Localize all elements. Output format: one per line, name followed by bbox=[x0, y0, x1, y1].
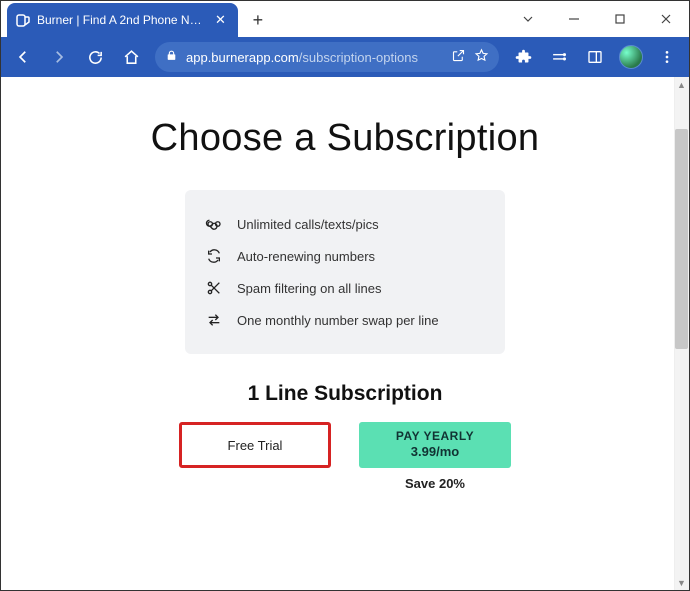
url-text: app.burnerapp.com/subscription-options bbox=[186, 50, 443, 65]
feature-row: Unlimited calls/texts/pics bbox=[205, 208, 485, 240]
feature-label: Auto-renewing numbers bbox=[237, 249, 375, 264]
browser-toolbar: app.burnerapp.com/subscription-options bbox=[1, 37, 689, 77]
refresh-icon bbox=[205, 247, 223, 265]
forward-button[interactable] bbox=[43, 41, 75, 73]
side-panel-icon[interactable] bbox=[579, 41, 611, 73]
browser-tab[interactable]: Burner | Find A 2nd Phone Numb ✕ bbox=[7, 3, 238, 37]
swap-icon bbox=[205, 311, 223, 329]
page-viewport: Choose a Subscription Unlimited calls/te… bbox=[1, 77, 689, 590]
home-button[interactable] bbox=[115, 41, 147, 73]
reload-button[interactable] bbox=[79, 41, 111, 73]
window-maximize-button[interactable] bbox=[597, 2, 643, 36]
subscription-heading: 1 Line Subscription bbox=[21, 382, 669, 406]
url-domain: app.burnerapp.com bbox=[186, 50, 299, 65]
page-title: Choose a Subscription bbox=[21, 117, 669, 160]
infinity-icon bbox=[205, 215, 223, 233]
tab-strip: Burner | Find A 2nd Phone Numb ✕ + bbox=[1, 1, 272, 37]
feature-row: One monthly number swap per line bbox=[205, 304, 485, 336]
free-trial-button[interactable]: Free Trial bbox=[179, 422, 331, 468]
feature-row: Auto-renewing numbers bbox=[205, 240, 485, 272]
url-path: /subscription-options bbox=[299, 50, 418, 65]
scroll-down-icon[interactable]: ▼ bbox=[674, 575, 689, 590]
window-titlebar: Burner | Find A 2nd Phone Numb ✕ + bbox=[1, 1, 689, 37]
window-controls bbox=[505, 1, 689, 37]
back-button[interactable] bbox=[7, 41, 39, 73]
menu-button[interactable] bbox=[651, 41, 683, 73]
page-content: Choose a Subscription Unlimited calls/te… bbox=[1, 77, 689, 491]
bookmark-star-icon[interactable] bbox=[474, 48, 489, 66]
free-trial-label: Free Trial bbox=[228, 438, 283, 453]
yearly-label-line2: 3.99/mo bbox=[411, 444, 459, 461]
scrollbar[interactable]: ▲ ▼ bbox=[674, 77, 689, 590]
extensions-icon[interactable] bbox=[507, 41, 539, 73]
tab-favicon-icon bbox=[15, 12, 31, 28]
window-caret-icon[interactable] bbox=[505, 2, 551, 36]
profile-avatar[interactable] bbox=[615, 41, 647, 73]
address-bar[interactable]: app.burnerapp.com/subscription-options bbox=[155, 42, 499, 72]
tab-title: Burner | Find A 2nd Phone Numb bbox=[37, 13, 207, 27]
share-icon[interactable] bbox=[451, 48, 466, 66]
window-minimize-button[interactable] bbox=[551, 2, 597, 36]
avatar-icon bbox=[619, 45, 643, 69]
tab-close-icon[interactable]: ✕ bbox=[213, 12, 228, 28]
feature-label: Spam filtering on all lines bbox=[237, 281, 382, 296]
new-tab-button[interactable]: + bbox=[244, 6, 272, 34]
scroll-up-icon[interactable]: ▲ bbox=[674, 77, 689, 92]
yearly-plan-column: PAY YEARLY 3.99/mo Save 20% bbox=[359, 422, 511, 491]
feature-list: Unlimited calls/texts/pics Auto-renewing… bbox=[185, 190, 505, 354]
scissors-icon bbox=[205, 279, 223, 297]
feature-label: One monthly number swap per line bbox=[237, 313, 439, 328]
feature-row: Spam filtering on all lines bbox=[205, 272, 485, 304]
pay-yearly-button[interactable]: PAY YEARLY 3.99/mo bbox=[359, 422, 511, 468]
media-control-icon[interactable] bbox=[543, 41, 575, 73]
window-close-button[interactable] bbox=[643, 2, 689, 36]
yearly-label-line1: PAY YEARLY bbox=[396, 429, 474, 445]
feature-label: Unlimited calls/texts/pics bbox=[237, 217, 379, 232]
save-text: Save 20% bbox=[405, 476, 465, 491]
lock-icon bbox=[165, 49, 178, 65]
plan-options: Free Trial PAY YEARLY 3.99/mo Save 20% bbox=[21, 422, 669, 491]
scrollbar-thumb[interactable] bbox=[675, 129, 688, 349]
